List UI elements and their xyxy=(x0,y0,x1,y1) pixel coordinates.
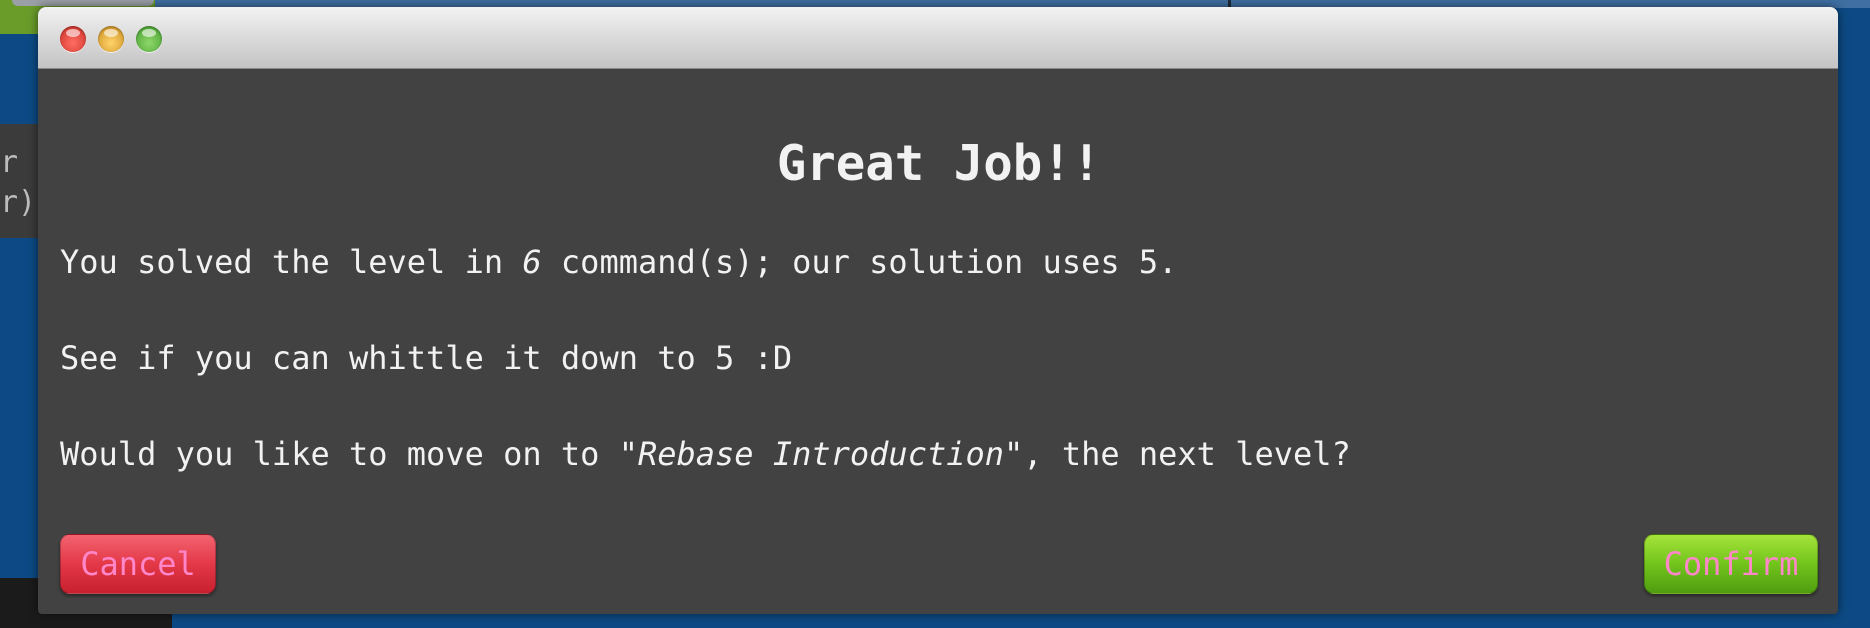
close-window-icon[interactable] xyxy=(60,26,86,52)
dialog-heading: Great Job!! xyxy=(776,135,1102,192)
background-gray-tab xyxy=(12,0,154,6)
cancel-button[interactable]: Cancel xyxy=(60,534,216,594)
summary-suffix: command(s); our solution uses 5. xyxy=(541,243,1178,281)
prompt-prefix: Would you like to move on to xyxy=(60,435,619,473)
summary-prefix: You solved the level in xyxy=(60,243,523,281)
maximize-window-icon[interactable] xyxy=(136,26,162,52)
window-titlebar[interactable] xyxy=(38,7,1838,69)
next-level-name: "Rebase Introduction" xyxy=(618,435,1024,473)
background-panel-text-1: r xyxy=(0,145,19,180)
dialog-content: Great Job!! You solved the level in 6 co… xyxy=(60,69,1818,614)
minimize-window-icon[interactable] xyxy=(98,26,124,52)
whittle-hint-text: See if you can whittle it down to 5 :D xyxy=(60,339,793,377)
confirm-button[interactable]: Confirm xyxy=(1644,534,1818,594)
level-complete-dialog: Great Job!! You solved the level in 6 co… xyxy=(38,7,1838,614)
solution-summary-text: You solved the level in 6 command(s); ou… xyxy=(60,242,1177,282)
background-command-panel: r r) xyxy=(0,124,40,238)
next-level-prompt: Would you like to move on to "Rebase Int… xyxy=(60,434,1351,474)
background-panel-text-2: r) xyxy=(0,185,37,220)
command-count: 6 xyxy=(522,243,542,281)
prompt-suffix: , the next level? xyxy=(1023,435,1351,473)
